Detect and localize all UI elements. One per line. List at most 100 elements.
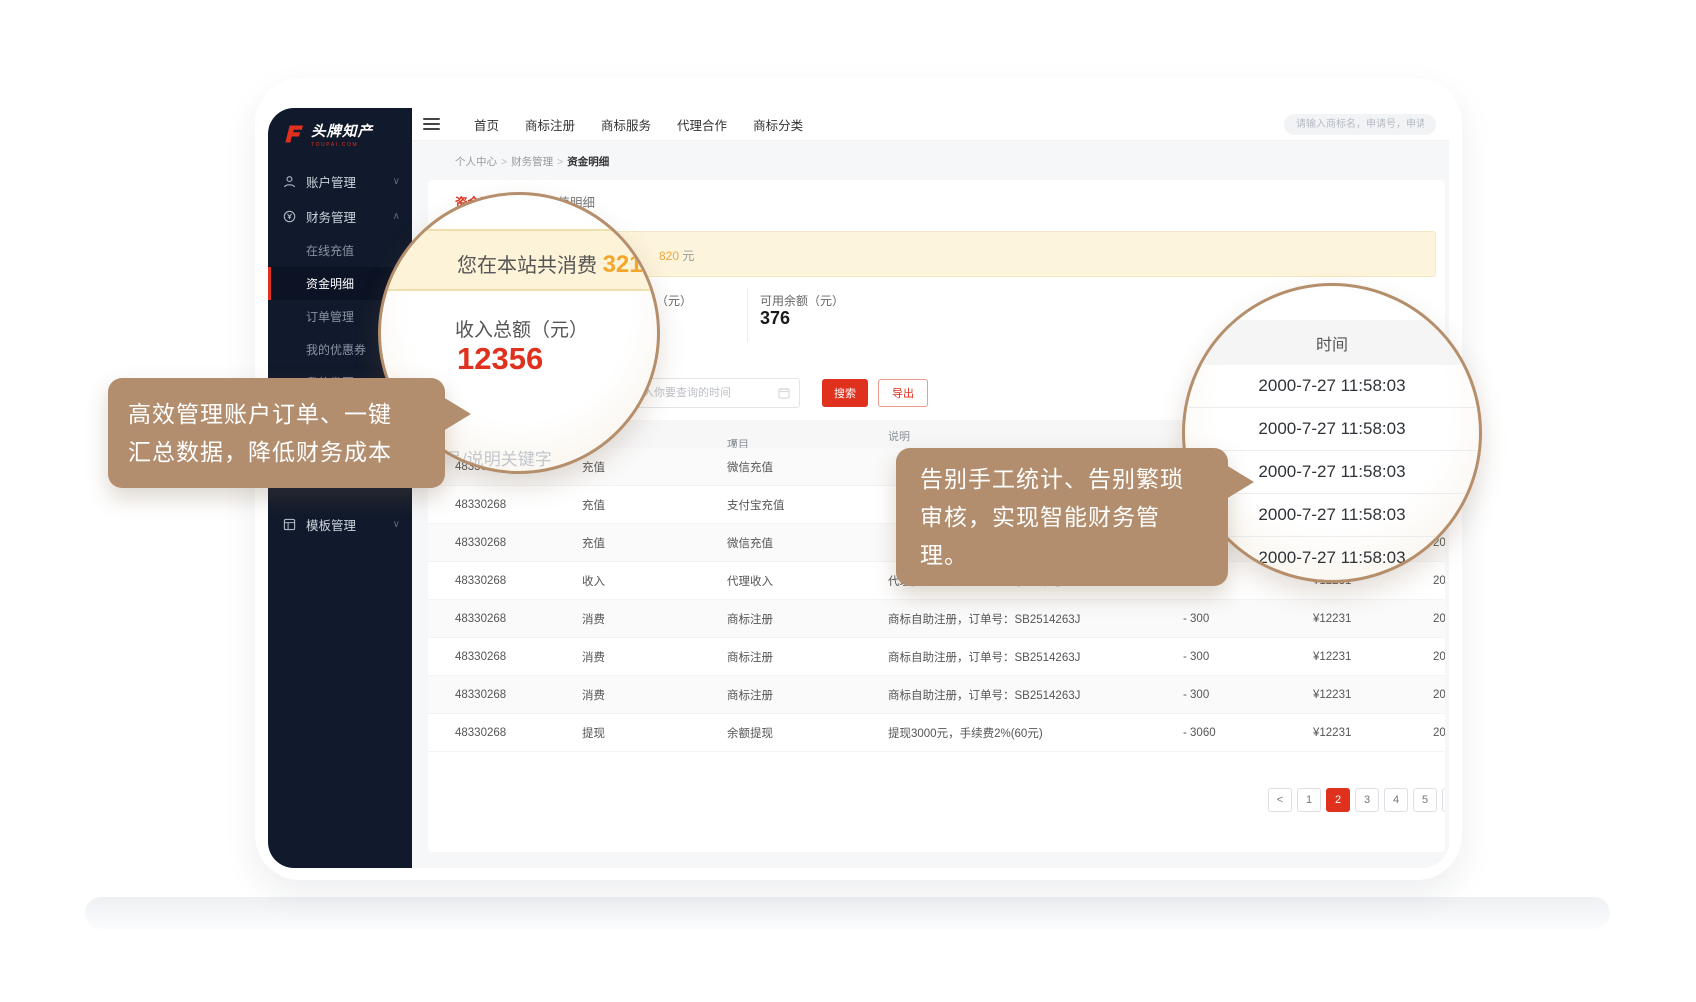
cell-type: 提现 [582, 725, 605, 741]
nav-menu-item[interactable]: 商标服务 [601, 115, 651, 134]
cell-item: 商标注册 [727, 687, 773, 703]
nav-menu-item[interactable]: 商标注册 [525, 115, 575, 134]
logo-title: 头牌知产 [311, 120, 373, 141]
template-icon [283, 518, 297, 531]
export-button[interactable]: 导出 [878, 379, 928, 407]
banner-amount-fragment: 820 元 [659, 247, 694, 264]
breadcrumb-separator: > [557, 156, 563, 168]
cell-item: 支付宝充值 [727, 497, 785, 513]
cell-item: 余额提现 [727, 725, 773, 741]
cell-amount: - 3060 [1183, 727, 1216, 739]
cell-item: 微信充值 [727, 535, 773, 551]
callout-left-text: 高效管理账户订单、一键汇总数据，降低财务成本 [128, 395, 425, 471]
cell-type: 消费 [582, 611, 605, 627]
search-input[interactable] [1284, 114, 1436, 135]
nav-menu-item[interactable]: 首页 [474, 115, 499, 134]
magnified-date-row: 2000-7-27 11:58:03 [1182, 365, 1482, 408]
nav-menu-item[interactable]: 商标分类 [753, 115, 803, 134]
cell-type: 充值 [582, 459, 605, 475]
cell-description: 商标自助注册，订单号：SB2514263J [888, 687, 1080, 703]
breadcrumb: 个人中心>财务管理>资金明细 [455, 154, 609, 169]
sidebar-item-label: 财务管理 [306, 207, 356, 226]
callout-right: 告别手工统计、告别繁琐审核，实现智能财务管理。 [896, 448, 1228, 586]
sidebar-subitem-label: 在线充值 [306, 242, 354, 259]
active-indicator-bar [268, 234, 271, 267]
hamburger-menu-icon[interactable] [423, 115, 440, 133]
callout-line: 审核，实现智能财务管 [920, 498, 1204, 536]
cell-order-number: 48330268 [455, 689, 506, 701]
cell-amount: - 300 [1183, 613, 1209, 625]
table-row: 48330268 消费 商标注册 商标自助注册，订单号：SB2514263J -… [428, 600, 1445, 638]
available-balance-value: 376 [760, 308, 790, 329]
cell-type: 消费 [582, 649, 605, 665]
cell-time: 2000-7-27 11:58:03 [1433, 727, 1445, 739]
cell-item: 商标注册 [727, 611, 773, 627]
nav-menu-item[interactable]: 代理合作 [677, 115, 727, 134]
cell-balance: ¥12231 [1313, 689, 1351, 701]
chevron-down-icon: ∨ [393, 176, 400, 187]
expense-label-partial: （元） [656, 292, 692, 309]
cell-time: 2000-7-27 11:58:03 [1433, 613, 1445, 625]
sidebar-item-label: 账户管理 [306, 172, 356, 191]
pagination-page-button[interactable]: 2 [1326, 788, 1350, 812]
table-row: 48330268 消费 商标注册 商标自助注册，订单号：SB2514263J -… [428, 638, 1445, 676]
pagination-prev-button[interactable]: < [1268, 788, 1292, 812]
pagination-page-button[interactable]: 1 [1297, 788, 1321, 812]
cell-time: 2000-7-27 11:58:03 [1433, 651, 1445, 663]
callout-line: 汇总数据，降低财务成本 [128, 433, 425, 471]
calendar-icon [778, 387, 790, 399]
cell-item: 商标注册 [727, 649, 773, 665]
magnified-income-value: 12356 [457, 341, 543, 377]
cell-order-number: 48330268 [455, 727, 506, 739]
logo: 头牌知产 TOUPAI.COM [268, 108, 412, 154]
table-row: 48330268 提现 余额提现 提现3000元，手续费2%(60元) - 30… [428, 714, 1445, 752]
active-indicator-bar [268, 333, 271, 366]
available-balance-label: 可用余额（元） [760, 292, 844, 309]
callout-line: 高效管理账户订单、一键 [128, 395, 425, 433]
sidebar-item-account[interactable]: 账户管理 ∨ [268, 164, 412, 199]
page: 头牌知产 TOUPAI.COM 账户管理 ∨ [0, 0, 1696, 1002]
laptop-base-shadow [85, 897, 1610, 929]
cell-order-number: 48330268 [455, 499, 506, 511]
sidebar-item-label: 模板管理 [306, 515, 356, 534]
table-row: 48330268 消费 商标注册 商标自助注册，订单号：SB2514263J -… [428, 676, 1445, 714]
cell-description: 商标自助注册，订单号：SB2514263J [888, 611, 1080, 627]
pagination-next-button[interactable]: > [1442, 788, 1445, 812]
search-button[interactable]: 搜索 [822, 379, 868, 407]
cell-type: 消费 [582, 687, 605, 703]
callout-left: 高效管理账户订单、一键汇总数据，降低财务成本 [108, 378, 445, 488]
stat-divider [747, 288, 748, 342]
cell-description: 提现3000元，手续费2%(60元) [888, 725, 1043, 741]
sidebar-subitem-label: 我的优惠券 [306, 341, 366, 358]
magnified-banner-text: 您在本站共消费 32124 元 [457, 249, 660, 279]
pagination: < 1 2 3 4 5 > [1268, 788, 1445, 812]
finance-icon [283, 210, 297, 223]
cell-balance: ¥12231 [1313, 727, 1351, 739]
breadcrumb-bar: 个人中心>财务管理>资金明细 [412, 142, 1449, 178]
brand-flag-icon [282, 123, 304, 145]
cell-order-number: 48330268 [455, 537, 506, 549]
pagination-page-button[interactable]: 5 [1413, 788, 1437, 812]
pagination-page-button[interactable]: 4 [1384, 788, 1408, 812]
chevron-up-icon: ∧ [393, 211, 400, 222]
cell-description: 商标自助注册，订单号：SB2514263J [888, 649, 1080, 665]
breadcrumb-separator: > [501, 156, 507, 168]
callout-right-text: 告别手工统计、告别繁琐审核，实现智能财务管理。 [920, 460, 1204, 574]
cell-type: 收入 [582, 573, 605, 589]
breadcrumb-item[interactable]: 个人中心 [455, 156, 497, 168]
magnified-time-header: 时间 [1182, 320, 1482, 365]
callout-line: 理。 [920, 536, 1204, 574]
sidebar: 头牌知产 TOUPAI.COM 账户管理 ∨ [268, 108, 412, 868]
sidebar-subitem-label: 资金明细 [306, 275, 354, 292]
magnified-banner: 您在本站共消费 32124 元 [378, 229, 660, 291]
callout-pointer-icon [443, 397, 471, 431]
cell-type: 充值 [582, 497, 605, 513]
pagination-pages: 1 2 3 4 5 [1297, 788, 1437, 812]
cell-time: 2000-7-27 11:58:03 [1433, 689, 1445, 701]
breadcrumb-item[interactable]: 财务管理 [511, 156, 553, 168]
logo-subtitle: TOUPAI.COM [311, 142, 373, 148]
cell-item: 代理收入 [727, 573, 773, 589]
sidebar-item-template[interactable]: 模板管理 ∨ [268, 507, 412, 542]
pagination-page-button[interactable]: 3 [1355, 788, 1379, 812]
chevron-down-icon: ∨ [393, 519, 400, 530]
